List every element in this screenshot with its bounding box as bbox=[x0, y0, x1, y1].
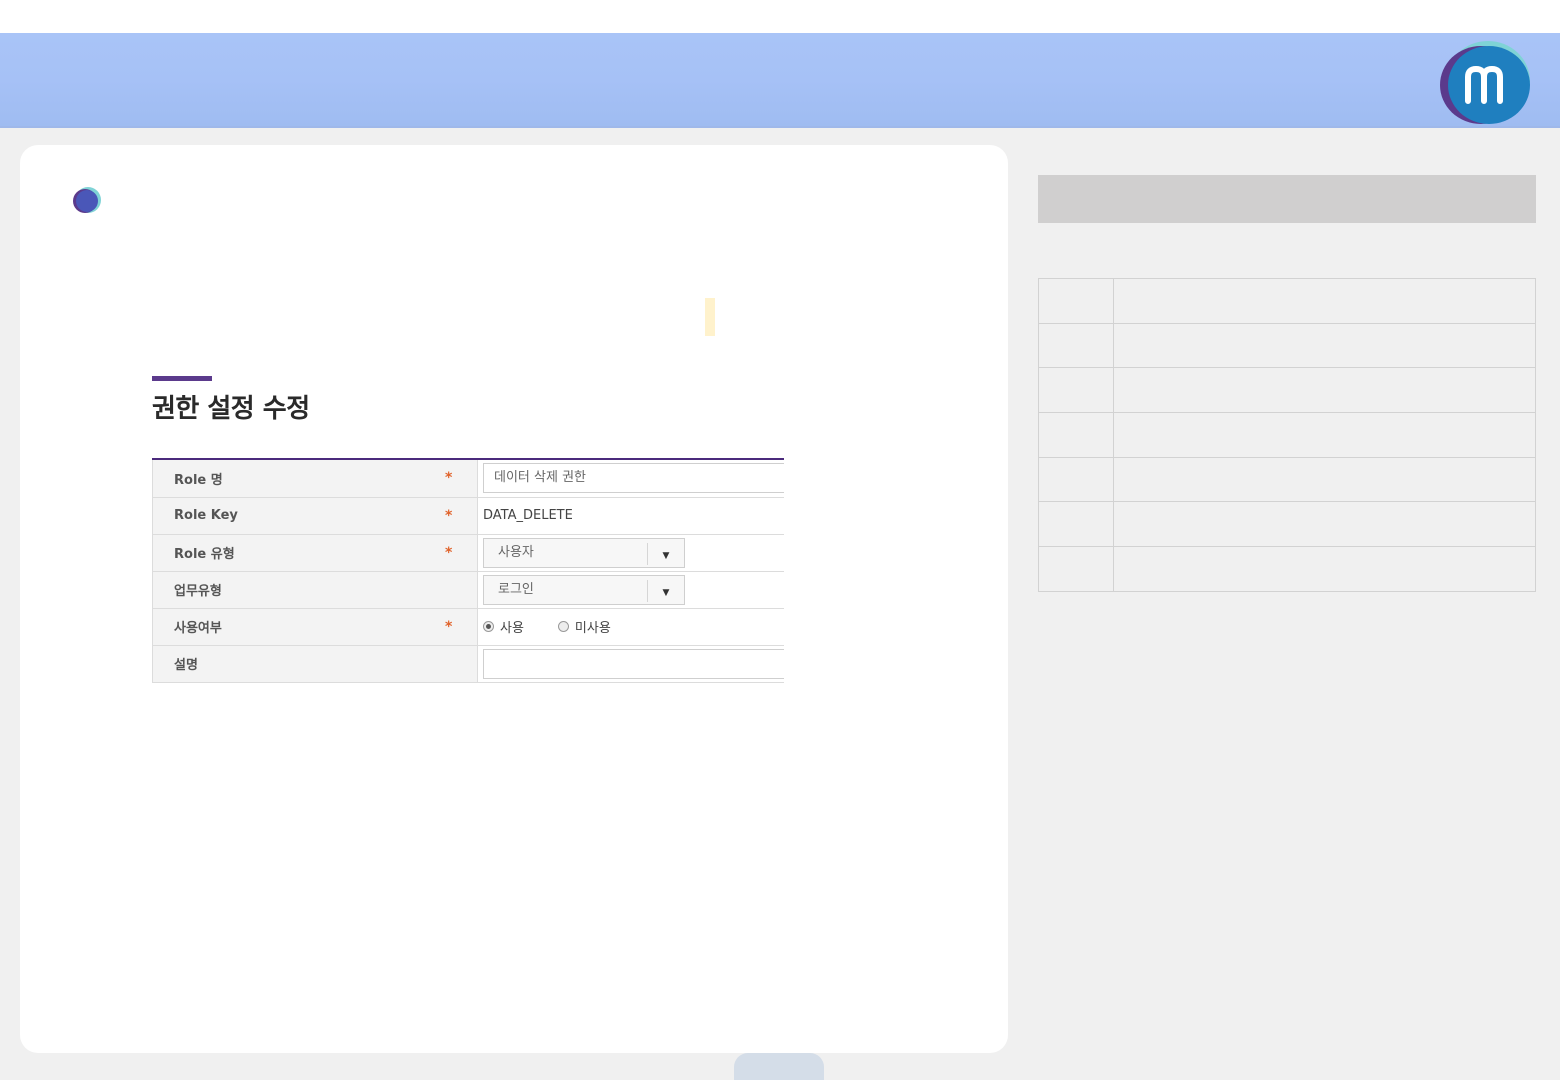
radio-unused[interactable]: 미사용 bbox=[557, 617, 611, 636]
required-mark: * bbox=[445, 544, 453, 561]
table-cell bbox=[1113, 412, 1536, 458]
table-cell bbox=[1113, 322, 1536, 369]
business-type-select[interactable]: 로그인 ▼ bbox=[483, 574, 685, 605]
form-row-role-type: Role 유형 * 사용자 ▼ bbox=[152, 534, 784, 572]
table-row bbox=[1038, 322, 1536, 369]
table-cell bbox=[1113, 546, 1536, 592]
business-type-label: 업무유형 bbox=[174, 584, 222, 599]
form-value: DATA_DELETE bbox=[477, 497, 784, 535]
required-mark: * bbox=[445, 507, 453, 524]
role-edit-form: Role 명 * 데이터 삭제 권한 Role Key * DATA_DELET… bbox=[152, 458, 784, 694]
role-type-selected: 사용자 bbox=[498, 544, 534, 560]
table-cell bbox=[1038, 367, 1114, 414]
form-row-description: 설명 bbox=[152, 645, 784, 683]
table-cell bbox=[1038, 322, 1114, 369]
m-circle-logo-icon[interactable] bbox=[1438, 39, 1532, 125]
radio-checked-icon[interactable] bbox=[483, 621, 494, 632]
right-panel-table bbox=[1038, 278, 1536, 592]
form-row-use-status: 사용여부 * 사용 미사용 bbox=[152, 608, 784, 646]
highlight-marker bbox=[705, 298, 715, 336]
form-value: 사용자 ▼ bbox=[477, 534, 784, 572]
form-row-role-key: Role Key * DATA_DELETE bbox=[152, 497, 784, 535]
radio-unused-label: 미사용 bbox=[574, 621, 611, 636]
table-cell bbox=[1113, 501, 1536, 548]
required-mark: * bbox=[445, 618, 453, 635]
table-cell bbox=[1113, 278, 1536, 324]
table-row bbox=[1038, 546, 1536, 592]
scroll-handle[interactable] bbox=[734, 1053, 824, 1080]
form-label: 설명 bbox=[152, 645, 478, 683]
right-panel-header bbox=[1038, 175, 1536, 223]
required-mark: * bbox=[445, 470, 453, 487]
form-value bbox=[477, 645, 784, 683]
app-header bbox=[0, 33, 1560, 128]
form-label: 사용여부 * bbox=[152, 608, 478, 646]
top-strip bbox=[0, 0, 1560, 33]
chevron-down-icon[interactable]: ▼ bbox=[647, 542, 684, 565]
role-name-input[interactable]: 데이터 삭제 권한 bbox=[483, 463, 784, 494]
use-status-radio-group: 사용 미사용 bbox=[483, 617, 784, 636]
table-row bbox=[1038, 412, 1536, 458]
table-row bbox=[1038, 367, 1536, 414]
role-type-select[interactable]: 사용자 ▼ bbox=[483, 537, 685, 568]
role-type-label: Role 유형 bbox=[174, 547, 235, 562]
form-value: 사용 미사용 bbox=[477, 608, 784, 646]
table-cell bbox=[1038, 456, 1114, 503]
use-status-label: 사용여부 bbox=[174, 621, 222, 636]
description-input[interactable] bbox=[483, 648, 784, 679]
table-row bbox=[1038, 278, 1536, 324]
description-label: 설명 bbox=[174, 658, 198, 673]
page-title: 권한 설정 수정 bbox=[152, 394, 310, 424]
chevron-down-icon[interactable]: ▼ bbox=[647, 579, 684, 602]
table-cell bbox=[1038, 412, 1114, 458]
title-accent-bar bbox=[152, 376, 212, 381]
table-cell bbox=[1038, 546, 1114, 592]
form-table: Role 명 * 데이터 삭제 권한 Role Key * DATA_DELET… bbox=[152, 460, 784, 683]
role-key-label: Role Key bbox=[174, 508, 238, 523]
form-row-business-type: 업무유형 로그인 ▼ bbox=[152, 571, 784, 609]
form-label: 업무유형 bbox=[152, 571, 478, 609]
main-content-card: 권한 설정 수정 Role 명 * 데이터 삭제 권한 Role Key * D… bbox=[20, 145, 1008, 1053]
table-row bbox=[1038, 456, 1536, 503]
section-bullet-icon bbox=[70, 185, 102, 217]
form-value: 데이터 삭제 권한 bbox=[477, 460, 784, 498]
form-label: Role Key * bbox=[152, 497, 478, 535]
form-label: Role 유형 * bbox=[152, 534, 478, 572]
table-cell bbox=[1038, 278, 1114, 324]
business-type-selected: 로그인 bbox=[498, 581, 534, 597]
table-row bbox=[1038, 501, 1536, 548]
radio-use-label: 사용 bbox=[500, 621, 524, 636]
table-cell bbox=[1113, 367, 1536, 414]
table-cell bbox=[1038, 501, 1114, 548]
form-label: Role 명 * bbox=[152, 460, 478, 498]
table-cell bbox=[1113, 456, 1536, 503]
form-row-role-name: Role 명 * 데이터 삭제 권한 bbox=[152, 460, 784, 498]
form-value: 로그인 ▼ bbox=[477, 571, 784, 609]
role-name-label: Role 명 bbox=[174, 472, 223, 488]
radio-use[interactable]: 사용 bbox=[483, 617, 524, 636]
role-key-value: DATA_DELETE bbox=[483, 508, 573, 523]
radio-unchecked-icon[interactable] bbox=[557, 621, 569, 632]
